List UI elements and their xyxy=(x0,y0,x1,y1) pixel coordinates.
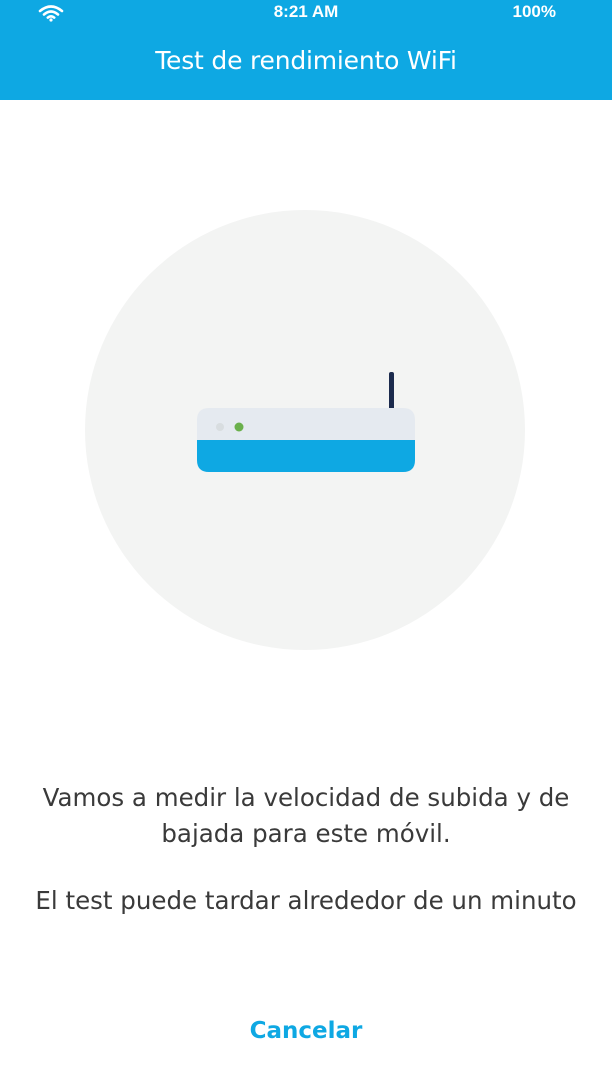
router-top xyxy=(197,408,415,440)
router-led-on xyxy=(234,422,244,432)
page-title: Test de rendimiento WiFi xyxy=(155,46,457,75)
router-illustration xyxy=(85,210,525,650)
measurement-description: Vamos a medir la velocidad de subida y d… xyxy=(42,783,570,848)
duration-note: El test puede tardar alrededor de un min… xyxy=(35,886,577,915)
router-antenna xyxy=(389,372,394,414)
cancel-button[interactable]: Cancelar xyxy=(0,1018,612,1044)
status-bar: 8:21 AM 100% xyxy=(0,0,612,28)
router-base xyxy=(197,438,415,472)
app-header: 8:21 AM 100% Test de rendimiento WiFi xyxy=(0,0,612,100)
router-led-off xyxy=(216,423,224,431)
battery-level: 100% xyxy=(512,2,556,21)
wifi-test-screen: 8:21 AM 100% Test de rendimiento WiFi Va… xyxy=(0,0,612,1088)
